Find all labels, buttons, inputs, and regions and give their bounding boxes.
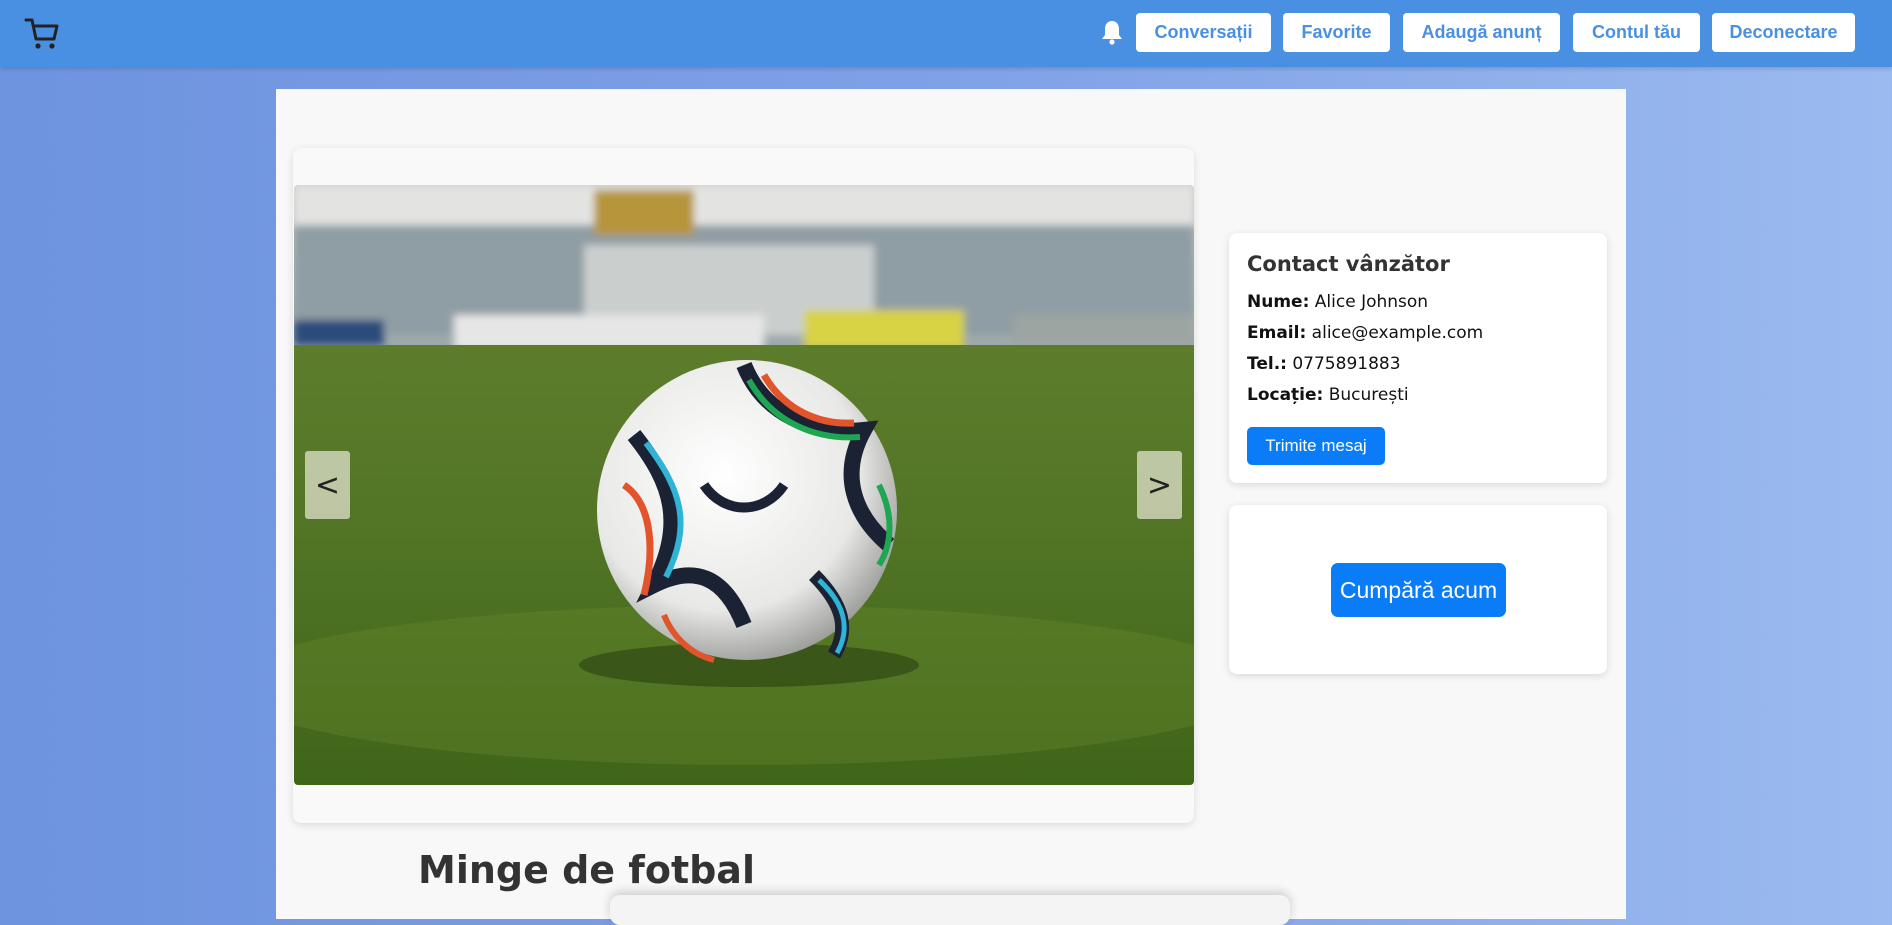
- seller-name: Alice Johnson: [1314, 292, 1429, 312]
- phone-label: Tel.:: [1247, 354, 1287, 374]
- contact-name-row: Nume: Alice Johnson: [1247, 292, 1428, 312]
- contact-title: Contact vânzător: [1247, 252, 1450, 276]
- carousel-prev-button[interactable]: <: [305, 451, 350, 519]
- nav-favorites-button[interactable]: Favorite: [1283, 13, 1390, 52]
- listing-title: Minge de fotbal: [418, 848, 755, 892]
- nav-add-listing-button[interactable]: Adaugă anunț: [1403, 13, 1560, 52]
- seller-email: alice@example.com: [1311, 323, 1484, 343]
- top-navbar: Conversații Favorite Adaugă anunț Contul…: [0, 0, 1892, 67]
- seller-location: București: [1328, 385, 1409, 405]
- contact-location-row: Locație: București: [1247, 385, 1409, 405]
- nav-account-button[interactable]: Contul tău: [1573, 13, 1700, 52]
- carousel-next-button[interactable]: >: [1137, 451, 1182, 519]
- football-on-pitch-image: [294, 185, 1194, 785]
- seller-phone: 0775891883: [1292, 354, 1401, 374]
- location-label: Locație:: [1247, 385, 1324, 405]
- name-label: Nume:: [1247, 292, 1310, 312]
- contact-phone-row: Tel.: 0775891883: [1247, 354, 1401, 374]
- nav-logout-button[interactable]: Deconectare: [1712, 13, 1855, 52]
- email-label: Email:: [1247, 323, 1307, 343]
- send-message-button[interactable]: Trimite mesaj: [1247, 427, 1385, 465]
- notification-bell-icon[interactable]: [1100, 19, 1124, 45]
- product-photo: [294, 185, 1194, 785]
- contact-email-row: Email: alice@example.com: [1247, 323, 1483, 343]
- buy-now-button[interactable]: Cumpără acum: [1331, 563, 1506, 617]
- nav-conversations-button[interactable]: Conversații: [1136, 13, 1271, 52]
- description-panel: [610, 895, 1290, 925]
- shopping-cart-icon[interactable]: [24, 17, 60, 51]
